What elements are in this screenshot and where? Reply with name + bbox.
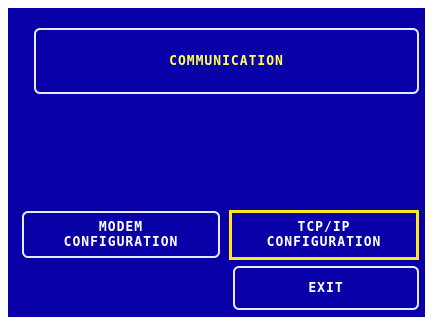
atm-screen: COMMUNICATION MODEM CONFIGURATION TCP/IP…: [8, 8, 425, 317]
modem-configuration-button[interactable]: MODEM CONFIGURATION: [22, 211, 220, 258]
page-title: COMMUNICATION: [169, 53, 284, 69]
communication-title-box: COMMUNICATION: [34, 28, 419, 94]
modem-configuration-label: MODEM CONFIGURATION: [63, 219, 179, 250]
exit-label: EXIT: [308, 280, 344, 296]
tcpip-configuration-button[interactable]: TCP/IP CONFIGURATION: [229, 210, 419, 260]
tcpip-configuration-label: TCP/IP CONFIGURATION: [266, 220, 382, 250]
exit-button[interactable]: EXIT: [233, 266, 419, 310]
